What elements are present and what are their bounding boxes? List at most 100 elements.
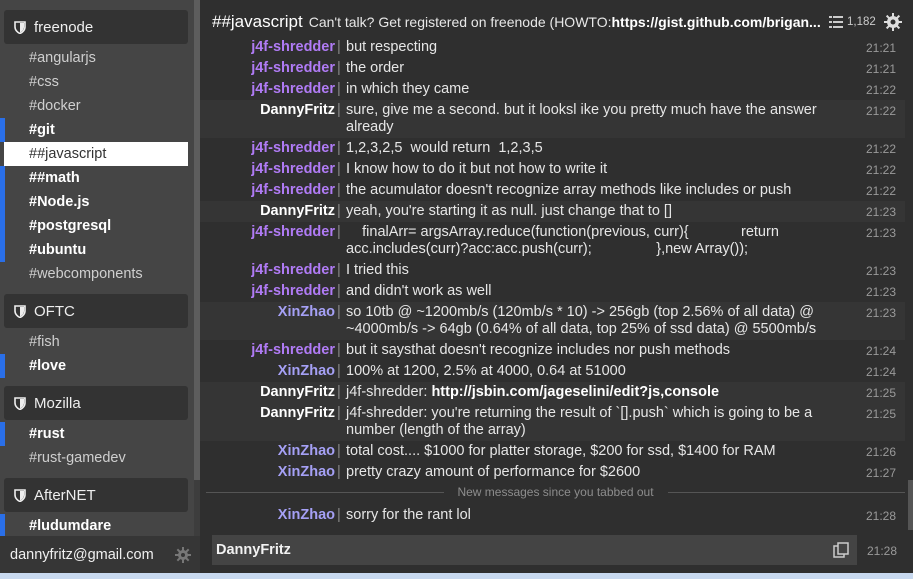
message-row: XinZhao | pretty crazy amount of performan… xyxy=(200,462,905,483)
message-row: XinZhao | total cost.... $1000 for platter… xyxy=(200,441,905,462)
message-text: total cost.... $1000 for platter storage… xyxy=(346,443,846,460)
channel-item[interactable]: #css xyxy=(4,70,188,94)
divider-label: New messages since you tabbed out xyxy=(457,485,654,499)
message-text: pretty crazy amount of performance for $… xyxy=(346,464,846,481)
network-header[interactable]: freenode xyxy=(4,10,188,44)
network-name: AfterNET xyxy=(34,486,96,504)
message-timestamp: 21:22 xyxy=(865,184,896,198)
message-row: DannyFritz | sure, give me a second. but i… xyxy=(200,100,905,138)
settings-icon[interactable] xyxy=(883,13,902,31)
network-header[interactable]: OFTC xyxy=(4,294,188,328)
channel-item[interactable]: #rust xyxy=(4,422,188,446)
channel-item[interactable]: ##javascript xyxy=(4,142,188,166)
message-nick[interactable]: DannyFritz xyxy=(200,203,335,220)
channel-item[interactable]: #git xyxy=(4,118,188,142)
message-nick[interactable]: DannyFritz xyxy=(200,405,335,422)
unread-indicator xyxy=(0,166,5,190)
user-count[interactable]: 1,182 xyxy=(847,16,876,28)
channel-item[interactable]: #ubuntu xyxy=(4,238,188,262)
channel-item[interactable]: #fish xyxy=(4,330,188,354)
network-name: freenode xyxy=(34,18,94,36)
channel-item[interactable]: #love xyxy=(4,354,188,378)
message-body: sure, give me a second. but it looksl ik… xyxy=(346,102,821,135)
channel-item[interactable]: ##math xyxy=(4,166,188,190)
message-body: the order xyxy=(346,60,405,76)
topic-link[interactable]: https://gist.github.com/brigan... xyxy=(612,14,821,30)
nick-separator: | xyxy=(337,102,341,118)
user-list-icon[interactable] xyxy=(829,16,843,28)
message-nick[interactable]: XinZhao xyxy=(200,443,335,460)
message-row: XinZhao | 100% at 1200, 2.5% at 4000, 0.64… xyxy=(200,361,905,382)
nick-separator: | xyxy=(337,405,341,421)
nick-separator: | xyxy=(337,507,341,523)
network-header[interactable]: Mozilla xyxy=(4,386,188,420)
channel-item[interactable]: #rust-gamedev xyxy=(4,446,188,470)
nick-separator: | xyxy=(337,262,341,278)
message-timestamp: 21:27 xyxy=(865,466,896,480)
message-nick[interactable]: XinZhao xyxy=(200,464,335,481)
unread-indicator xyxy=(0,214,5,238)
message-row: DannyFritz | yeah, you're starting it as n… xyxy=(200,201,905,222)
message-body: in which they came xyxy=(346,81,470,97)
message-row: j4f-shredder | 1,2,3,2,5 would return 1,2,… xyxy=(200,138,905,159)
nick-separator: | xyxy=(337,224,341,240)
message-row: j4f-shredder | the order 21:21 xyxy=(200,58,905,79)
message-text: and didn't work as well xyxy=(346,283,846,300)
message-timestamp: 21:21 xyxy=(865,41,896,55)
message-text: the order xyxy=(346,60,846,77)
message-nick[interactable]: j4f-shredder xyxy=(200,39,335,56)
nick-separator: | xyxy=(337,443,341,459)
message-nick[interactable]: XinZhao xyxy=(200,304,335,321)
message-body: total cost.... $1000 for platter storage… xyxy=(346,443,776,459)
message-row: j4f-shredder | the acumulator doesn't reco… xyxy=(200,180,905,201)
channel-item[interactable]: #ludumdare xyxy=(4,514,188,536)
message-text: I tried this xyxy=(346,262,846,279)
window-bottom-edge xyxy=(0,573,913,579)
message-input[interactable]: DannyFritz xyxy=(212,535,857,565)
message-body: so 10tb @ ~1200mb/s (120mb/s * 10) -> 25… xyxy=(346,304,818,337)
message-nick[interactable]: j4f-shredder xyxy=(200,262,335,279)
sidebar: freenode #angularjs #css #docker #git ##javas… xyxy=(0,0,200,573)
unread-indicator xyxy=(0,514,5,536)
channel-item[interactable]: #angularjs xyxy=(4,46,188,70)
nick-separator: | xyxy=(337,304,341,320)
message-text: finalArr= argsArray.reduce(function(prev… xyxy=(346,224,846,258)
channel-item[interactable]: #docker xyxy=(4,94,188,118)
message-timestamp: 21:22 xyxy=(865,83,896,97)
channel-item[interactable]: #webcomponents xyxy=(4,262,188,286)
channel-topic: Can't talk? Get registered on freenode (… xyxy=(308,14,612,30)
message-nick[interactable]: XinZhao xyxy=(200,363,335,380)
message-link[interactable]: http://jsbin.com/jageselini/edit?js,cons… xyxy=(431,384,719,400)
message-body: I know how to do it but not how to write… xyxy=(346,161,608,177)
gear-icon[interactable] xyxy=(175,547,191,563)
message-body: finalArr= argsArray.reduce(function(prev… xyxy=(346,224,783,257)
message-nick[interactable]: j4f-shredder xyxy=(200,342,335,359)
channel-list: freenode #angularjs #css #docker #git ##javas… xyxy=(0,0,194,536)
copy-icon[interactable] xyxy=(833,542,849,558)
message-nick[interactable]: XinZhao xyxy=(200,507,335,524)
message-body: pretty crazy amount of performance for $… xyxy=(346,464,641,480)
channel-item[interactable]: #Node.js xyxy=(4,190,188,214)
unread-indicator xyxy=(0,422,5,446)
message-text: 1,2,3,2,5 would return 1,2,3,5 xyxy=(346,140,846,157)
channel-item[interactable]: #postgresql xyxy=(4,214,188,238)
message-nick[interactable]: j4f-shredder xyxy=(200,140,335,157)
message-nick[interactable]: j4f-shredder xyxy=(200,60,335,77)
network-header[interactable]: AfterNET xyxy=(4,478,188,512)
message-row: j4f-shredder | I know how to do it but not… xyxy=(200,159,905,180)
message-text: sure, give me a second. but it looksl ik… xyxy=(346,102,846,136)
message-nick[interactable]: j4f-shredder xyxy=(200,161,335,178)
message-body: and didn't work as well xyxy=(346,283,492,299)
input-nick[interactable]: DannyFritz xyxy=(216,542,291,558)
message-nick[interactable]: j4f-shredder xyxy=(200,283,335,300)
message-nick[interactable]: DannyFritz xyxy=(200,102,335,119)
message-timestamp: 21:22 xyxy=(865,163,896,177)
message-row: XinZhao | so 10tb @ ~1200mb/s (120mb/s * 1… xyxy=(200,302,905,340)
message-scrollbar[interactable] xyxy=(908,480,913,530)
message-nick[interactable]: j4f-shredder xyxy=(200,182,335,199)
message-text: sorry for the rant lol xyxy=(346,507,846,524)
message-text: I know how to do it but not how to write… xyxy=(346,161,846,178)
message-nick[interactable]: j4f-shredder xyxy=(200,81,335,98)
message-nick[interactable]: j4f-shredder xyxy=(200,224,335,241)
message-nick[interactable]: DannyFritz xyxy=(200,384,335,401)
